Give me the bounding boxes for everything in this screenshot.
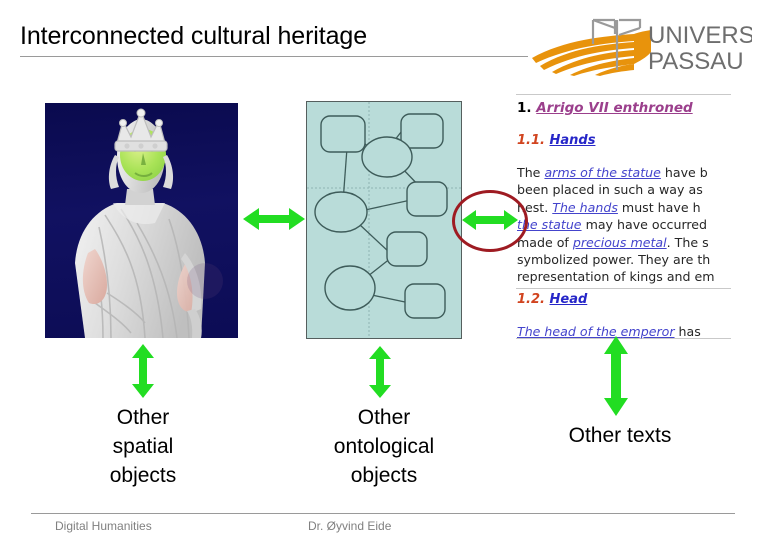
paragraph-hands-text-2-1: been placed in such a way as (517, 182, 703, 198)
caption-ontological-line-2: ontological (333, 435, 435, 458)
heading-level2-hands-number: 1.1. (517, 133, 545, 148)
logo-furrows-icon (532, 30, 651, 76)
logo-line2: PASSAU (648, 48, 744, 75)
logo-line1: UNIVERSITÄT (648, 22, 752, 49)
arrow-ontology-to-other-objects (367, 346, 393, 403)
paragraph-hands-line-1: The arms of the statue have b (517, 164, 765, 181)
footer-author-label: Dr. Øyvind Eide (308, 519, 392, 533)
caption-spatial-line-1: Other (116, 406, 170, 429)
paragraph-head: The head of the emperor has (517, 323, 765, 340)
page-title: Interconnected cultural heritage (20, 22, 368, 50)
paragraph-hands-line-2: been placed in such a way as (517, 181, 765, 198)
paragraph-hands-link-3-2[interactable]: The hands (552, 200, 618, 215)
heading-level2-head-number: 1.2. (517, 292, 545, 307)
caption-other-spatial-objects: Other spatial objects (78, 403, 208, 490)
caption-ontological-line-1: Other (357, 406, 411, 429)
university-passau-logo: UNIVERSITÄT PASSAU (530, 14, 752, 76)
paragraph-hands-text-6-1: symbolized power. They are th (517, 252, 711, 268)
paragraph-hands-text-7-1: representation of kings and em (517, 269, 715, 285)
paragraph-head-text-1-2: has (674, 324, 701, 339)
caption-other-ontological-objects: Other ontological objects (300, 403, 468, 490)
heading-level1: 1. Arrigo VII enthroned (517, 100, 693, 116)
heading-level2-head-text[interactable]: Head (550, 292, 588, 307)
caption-other-texts: Other texts (568, 424, 672, 447)
paragraph-hands-line-3: hest. The hands must have h (517, 199, 765, 216)
paragraph-hands-link-1-2[interactable]: arms of the statue (544, 165, 660, 180)
paragraph-hands-text-5-1: made of (517, 234, 573, 250)
footer-course-label: Digital Humanities (55, 519, 152, 533)
statue-crown (114, 108, 168, 152)
paragraph-hands-line-7: representation of kings and em (517, 268, 765, 285)
caption-spatial-line-2: spatial (112, 435, 174, 458)
footer-divider (31, 513, 735, 514)
text-rule-mid (516, 288, 731, 289)
caption-ontological-line-3: objects (350, 464, 418, 487)
paragraph-hands-text-3-3: must have h (617, 199, 701, 215)
paragraph-hands-text-4-2: may have occurred (581, 217, 708, 233)
heading-level2-head: 1.2. Head (517, 292, 587, 307)
paragraph-hands-text-1-1: The (517, 165, 545, 180)
paragraph-head-line-1: The head of the emperor has (517, 323, 765, 340)
paragraph-hands-line-5: made of precious metal. The s (517, 234, 765, 251)
paragraph-hands-line-4: the statue may have occurred (517, 216, 765, 233)
paragraph-hands-text-1-3: have b (660, 165, 708, 180)
text-document-panel: 1. Arrigo VII enthroned 1.1. Hands The a… (513, 92, 766, 344)
caption-spatial-line-3: objects (109, 464, 177, 487)
heading-level2-hands-text[interactable]: Hands (550, 133, 596, 148)
paragraph-hands-line-6: symbolized power. They are th (517, 251, 765, 268)
heading-level1-text[interactable]: Arrigo VII enthroned (536, 100, 692, 116)
title-underline-rule (20, 56, 528, 57)
ontology-graph-panel (306, 101, 462, 339)
heading-level1-number: 1. (517, 100, 532, 116)
arrigo-vii-statue-image (45, 103, 238, 338)
arrow-ontology-to-text (462, 207, 518, 238)
arrow-statue-to-spatial-objects (130, 344, 156, 403)
arrow-statue-to-ontology (243, 205, 305, 238)
heading-level2-hands: 1.1. Hands (517, 133, 595, 148)
text-rule-top (516, 94, 731, 95)
paragraph-head-link-1-1[interactable]: The head of the emperor (517, 324, 675, 339)
paragraph-hands-link-5-2[interactable]: precious metal (573, 235, 667, 250)
paragraph-hands-text-5-3: . The s (666, 234, 709, 250)
paragraph-hands: The arms of the statue have b been placed… (517, 164, 765, 286)
graph-ellipse-nodes (314, 136, 413, 311)
arrow-text-to-other-texts (602, 336, 630, 421)
